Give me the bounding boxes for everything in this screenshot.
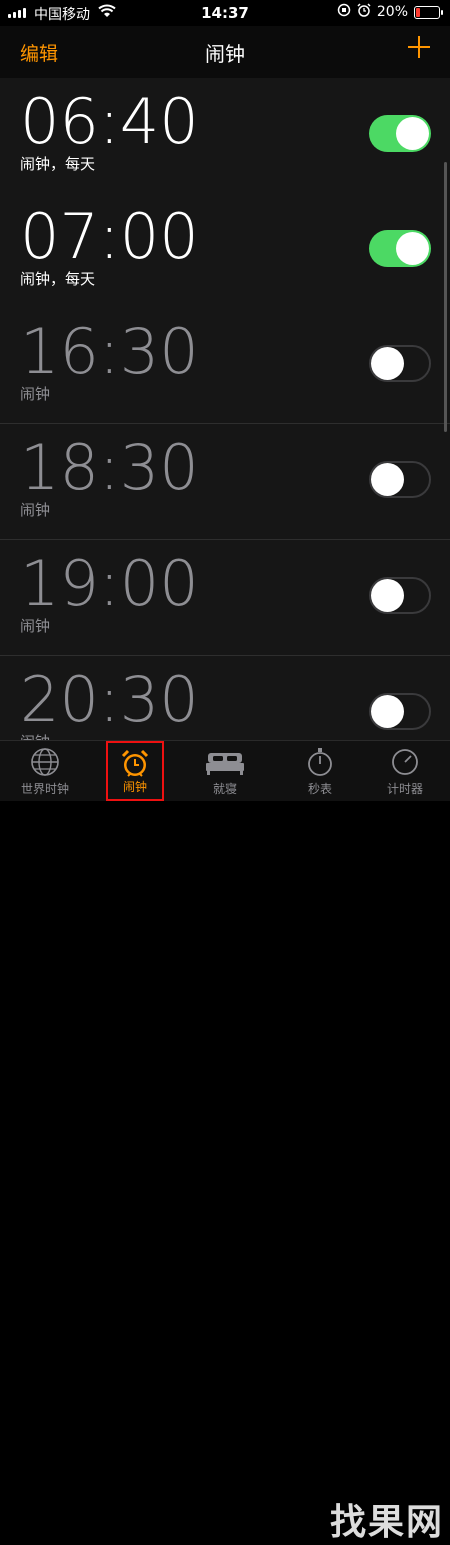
alarm-list[interactable]: 06:40 闹钟，每天 07:00 闹钟，每天 16:30 闹钟 18:30 闹… [0, 78, 450, 740]
watermark: 找果网 [329, 1502, 444, 1543]
alarm-label: 闹钟，每天 [20, 155, 96, 173]
toggle-knob [396, 232, 429, 265]
tab-label: 计时器 [386, 782, 423, 796]
tab-timer[interactable]: 计时器 [360, 741, 450, 801]
alarm-toggle[interactable] [369, 345, 431, 382]
orientation-lock-icon [337, 3, 351, 21]
alarm-row[interactable]: 07:00 闹钟，每天 [0, 193, 450, 309]
alarm-time: 20:30 [20, 663, 199, 736]
add-alarm-button[interactable] [406, 34, 432, 60]
alarm-row[interactable]: 19:00 闹钟 [0, 540, 450, 656]
toggle-knob [371, 579, 404, 612]
scrollbar[interactable] [444, 162, 447, 432]
status-bar: 中国移动 14:37 20% [0, 0, 450, 26]
alarm-status-icon [357, 3, 371, 21]
toggle-knob [396, 117, 429, 150]
alarm-row[interactable]: 06:40 闹钟，每天 [0, 78, 450, 194]
alarm-toggle[interactable] [369, 230, 431, 267]
alarm-label: 闹钟 [20, 501, 51, 519]
alarm-time: 16:30 [20, 315, 199, 388]
tab-bar: 世界时钟 闹钟 就寝 秒表 计时器 找果网 [0, 740, 450, 1543]
tab-alarm[interactable]: 闹钟 [106, 741, 164, 801]
navigation-bar: 编辑 闹钟 [0, 26, 450, 79]
alarm-toggle[interactable] [369, 577, 431, 614]
toggle-knob [371, 695, 404, 728]
battery-percent: 20% [376, 4, 408, 20]
alarm-row[interactable]: 16:30 闹钟 [0, 308, 450, 424]
tab-bedtime[interactable]: 就寝 [180, 741, 270, 801]
tab-label: 闹钟 [122, 780, 147, 794]
tab-label: 世界时钟 [20, 782, 69, 796]
alarm-row[interactable]: 20:30 闹钟 [0, 656, 450, 740]
alarm-time: 18:30 [20, 431, 199, 504]
tab-label: 就寝 [212, 782, 237, 796]
alarm-label: 闹钟，每天 [20, 270, 96, 288]
alarm-label: 闹钟 [20, 385, 51, 403]
battery-icon [414, 5, 443, 19]
alarm-time: 07:00 [20, 200, 199, 273]
alarm-label: 闹钟 [20, 617, 51, 635]
alarm-toggle[interactable] [369, 115, 431, 152]
alarm-row[interactable]: 18:30 闹钟 [0, 424, 450, 540]
toggle-knob [371, 347, 404, 380]
alarm-clock-icon [121, 749, 149, 777]
page-title: 闹钟 [205, 42, 245, 66]
tab-label: 秒表 [307, 782, 332, 796]
bed-icon [206, 753, 244, 775]
alarm-time: 19:00 [20, 547, 199, 620]
alarm-toggle[interactable] [369, 461, 431, 498]
alarm-time: 06:40 [20, 85, 199, 158]
stopwatch-icon [308, 748, 332, 776]
globe-icon [31, 748, 59, 776]
alarm-toggle[interactable] [369, 693, 431, 730]
alarm-label: 闹钟 [20, 731, 50, 740]
toggle-knob [371, 463, 404, 496]
tab-stopwatch[interactable]: 秒表 [275, 741, 365, 801]
tab-world-clock[interactable]: 世界时钟 [0, 741, 90, 801]
timer-icon [392, 749, 418, 775]
